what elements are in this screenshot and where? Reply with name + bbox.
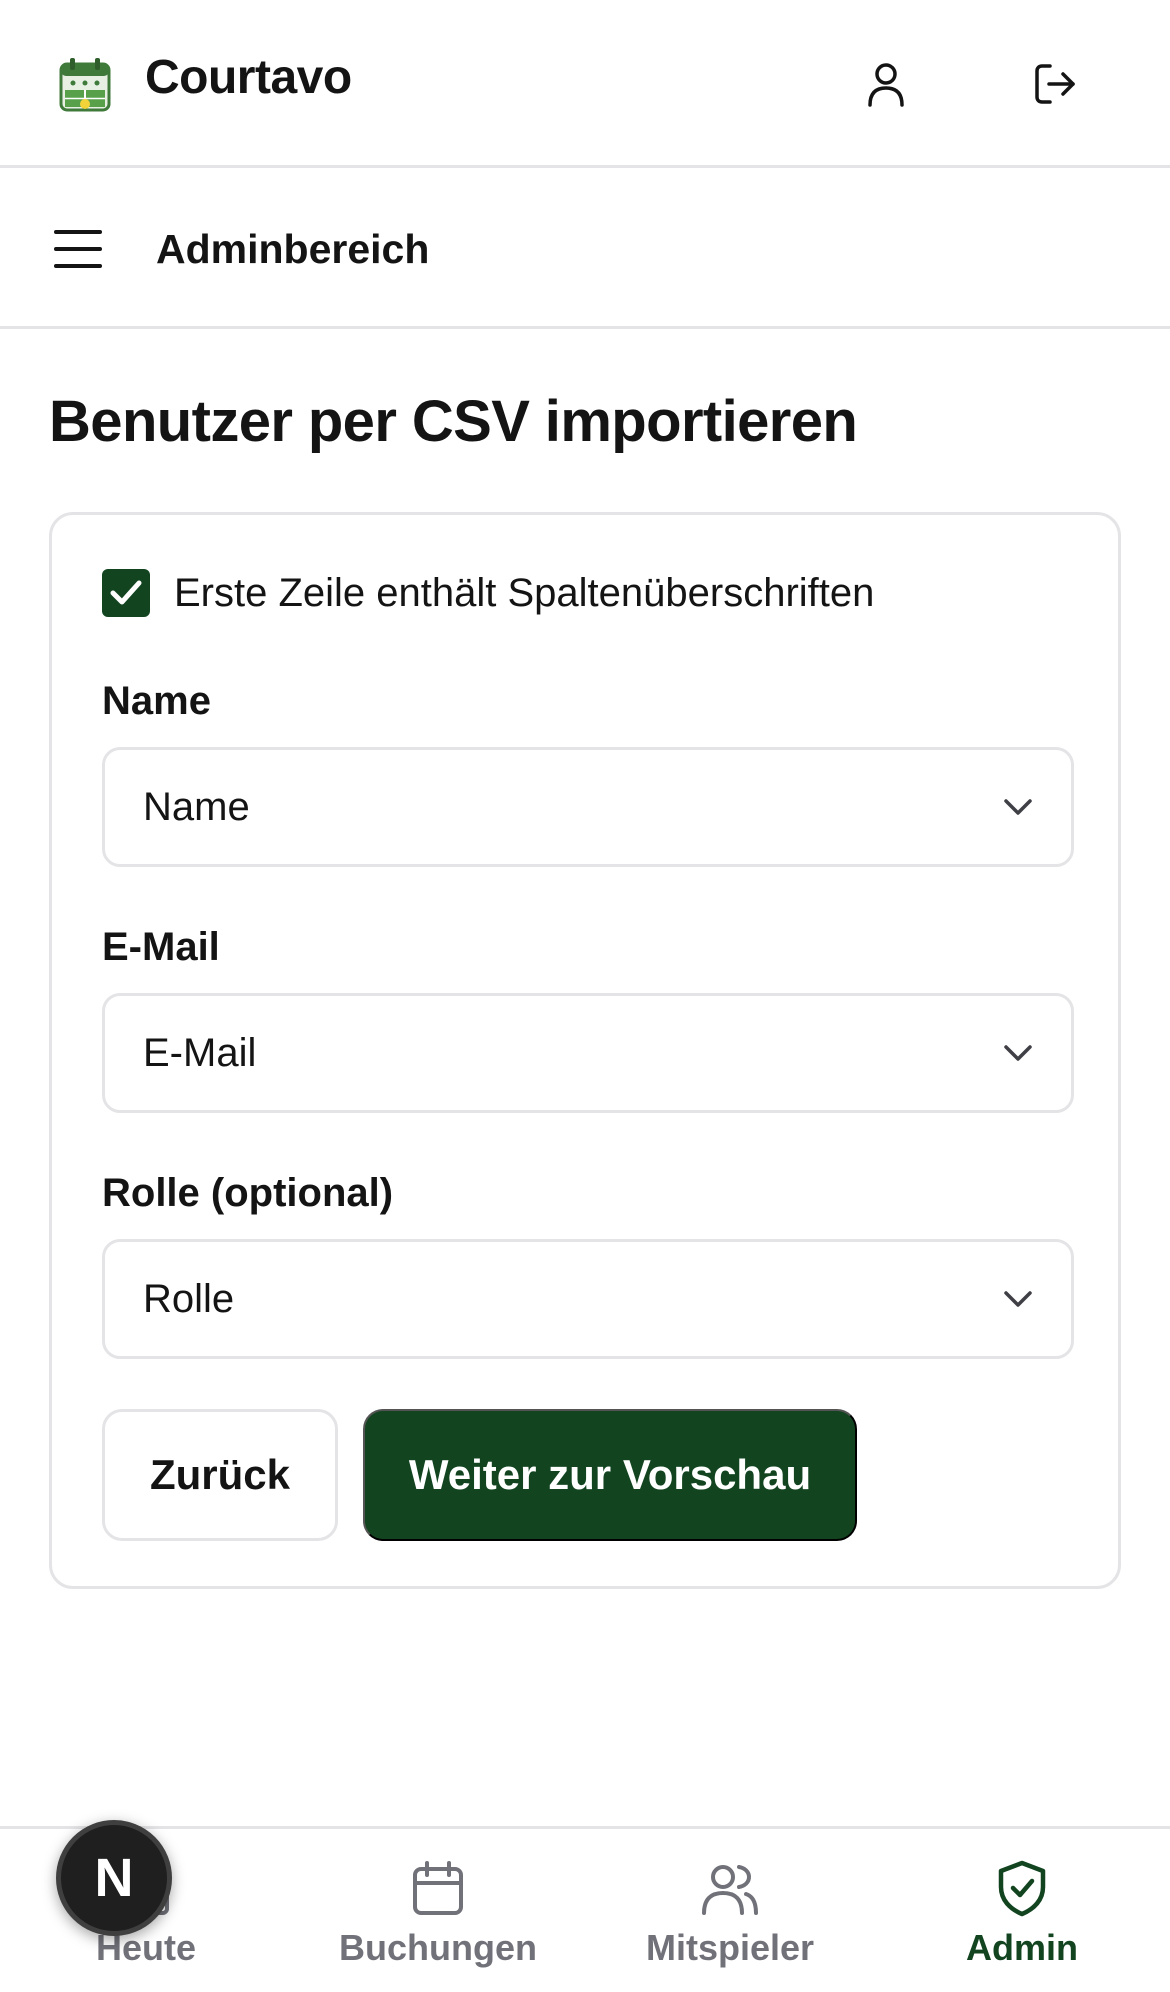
hamburger-menu-icon[interactable] xyxy=(50,221,106,277)
email-column-select[interactable]: E-Mail xyxy=(102,993,1074,1113)
nav-label: Buchungen xyxy=(339,1927,537,1968)
role-column-select[interactable]: Rolle xyxy=(102,1239,1074,1359)
role-field-label: Rolle (optional) xyxy=(102,1171,394,1215)
csv-mapping-card: Erste Zeile enthält Spaltenüberschriften… xyxy=(49,512,1121,1589)
calendar-court-logo-icon xyxy=(58,56,112,112)
name-column-select[interactable]: Name xyxy=(102,747,1074,867)
user-icon[interactable] xyxy=(862,58,910,110)
continue-to-preview-button[interactable]: Weiter zur Vorschau xyxy=(363,1409,857,1541)
section-title: Adminbereich xyxy=(156,226,430,272)
nav-item-buchungen[interactable]: Buchungen xyxy=(313,1829,563,1992)
chevron-down-icon xyxy=(1004,1045,1032,1061)
email-select-value: E-Mail xyxy=(143,1031,257,1075)
admin-subheader: Adminbereich xyxy=(0,171,1170,329)
header-row-checkbox-label: Erste Zeile enthält Spaltenüberschriften xyxy=(174,571,875,615)
calendar-icon xyxy=(413,1861,463,1915)
nav-item-mitspieler[interactable]: Mitspieler xyxy=(605,1829,855,1992)
name-select-value: Name xyxy=(143,785,250,829)
role-select-value: Rolle xyxy=(143,1277,235,1321)
top-app-bar: Courtavo xyxy=(0,0,1170,168)
nav-label: Heute xyxy=(95,1927,197,1968)
dev-tools-badge[interactable]: N xyxy=(56,1820,172,1936)
page-title: Benutzer per CSV importieren xyxy=(49,389,858,454)
nav-label: Mitspieler xyxy=(645,1927,815,1968)
name-field-label: Name xyxy=(102,679,211,723)
header-row-checkbox[interactable] xyxy=(102,569,150,617)
back-button[interactable]: Zurück xyxy=(102,1409,338,1541)
users-icon xyxy=(702,1865,758,1915)
email-field-label: E-Mail xyxy=(102,925,220,969)
nav-item-admin[interactable]: Admin xyxy=(897,1829,1147,1992)
logout-icon[interactable] xyxy=(1032,58,1080,110)
shield-check-icon xyxy=(998,1860,1046,1917)
chevron-down-icon xyxy=(1004,799,1032,815)
chevron-down-icon xyxy=(1004,1291,1032,1307)
checkmark-icon xyxy=(110,580,142,605)
nav-label: Admin xyxy=(966,1927,1078,1968)
app-title: Courtavo xyxy=(145,51,352,104)
bottom-navigation: Heute Buchungen Mitspieler Admin xyxy=(0,1826,1170,1992)
